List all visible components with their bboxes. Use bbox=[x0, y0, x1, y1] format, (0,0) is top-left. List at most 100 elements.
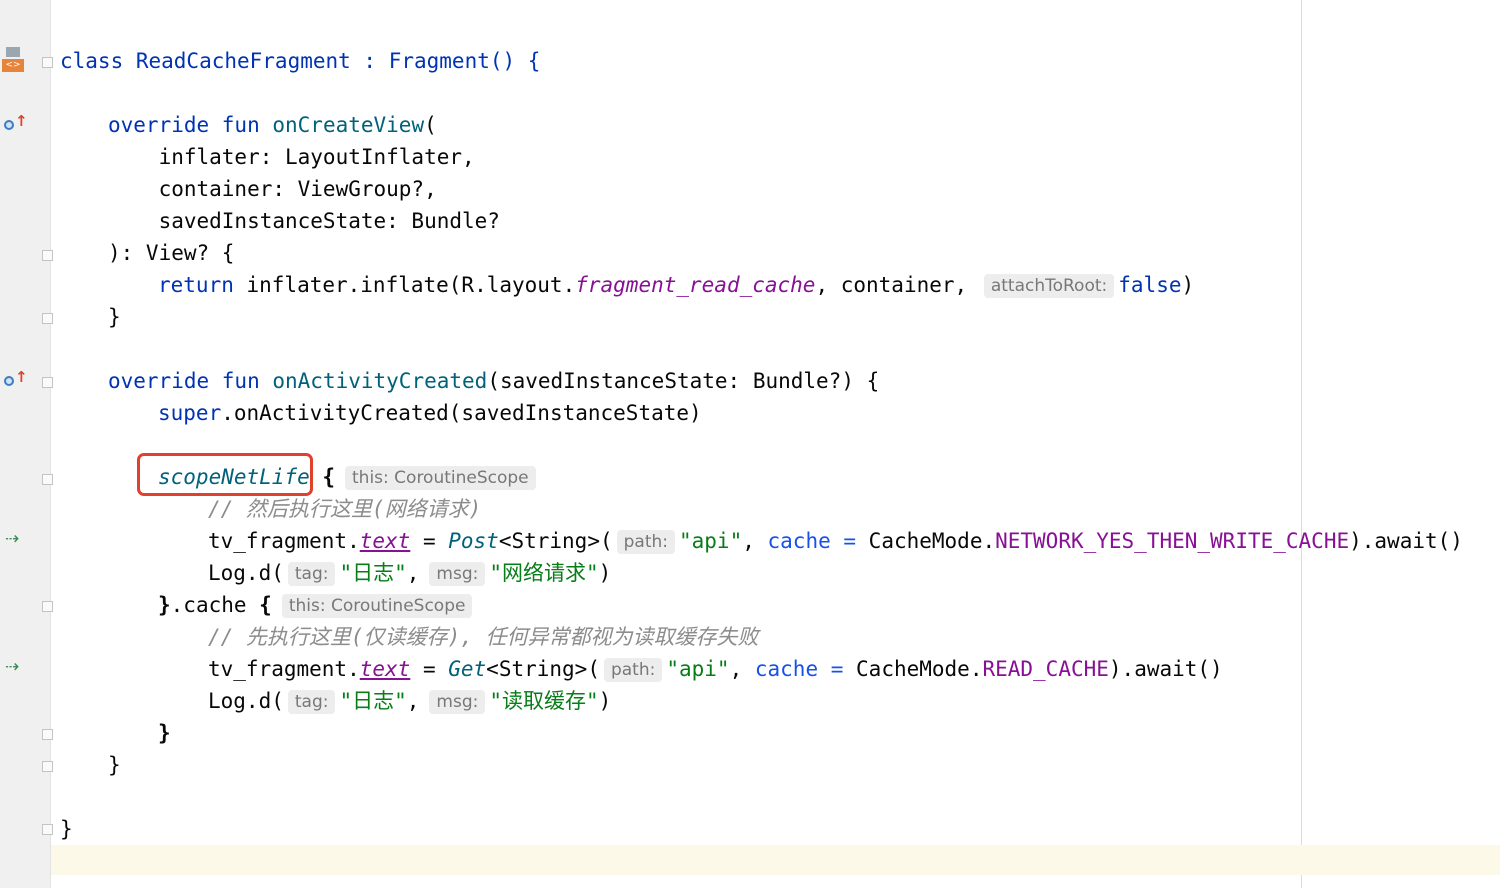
return-type-text: ): View? { bbox=[108, 241, 235, 265]
string-literal: "api" bbox=[679, 529, 743, 553]
closing-brace: } bbox=[108, 305, 121, 329]
code-text: , bbox=[729, 657, 755, 681]
code-line-param[interactable]: savedInstanceState: Bundle? bbox=[108, 205, 500, 237]
parameter-hint: tag: bbox=[287, 690, 336, 714]
code-text: ) bbox=[1181, 273, 1195, 297]
fold-marker[interactable] bbox=[42, 729, 53, 740]
fold-marker[interactable] bbox=[42, 601, 53, 612]
return-keyword: return bbox=[158, 273, 234, 297]
string-literal: "日志" bbox=[339, 689, 407, 713]
text-property: text bbox=[359, 529, 411, 553]
param-text: inflater: LayoutInflater, bbox=[108, 145, 475, 169]
closing-brace: } bbox=[60, 817, 73, 841]
code-text: , bbox=[742, 529, 768, 553]
fold-marker[interactable] bbox=[42, 377, 53, 388]
code-text: tv_fragment. bbox=[208, 657, 360, 681]
parameter-hint: msg: bbox=[429, 562, 486, 586]
code-line-close[interactable]: } bbox=[108, 749, 121, 781]
code-line-return[interactable]: return inflater.inflate(R.layout.fragmen… bbox=[158, 269, 1194, 301]
parameter-hint: attachToRoot: bbox=[983, 274, 1115, 298]
annotation-highlight-box bbox=[137, 453, 313, 496]
fold-marker[interactable] bbox=[42, 824, 53, 835]
receiver-hint: this: CoroutineScope bbox=[281, 594, 473, 618]
code-line-param[interactable]: inflater: LayoutInflater, bbox=[108, 141, 475, 173]
fold-marker[interactable] bbox=[42, 761, 53, 772]
code-text: CacheMode. bbox=[843, 657, 983, 681]
code-line-get[interactable]: tv_fragment.text = Get<String>(path: "api… bbox=[208, 653, 1223, 685]
code-line-onactivitycreated[interactable]: override fun onActivityCreated(savedInst… bbox=[108, 365, 879, 397]
code-line-log[interactable]: Log.d(tag: "日志", msg: "网络请求") bbox=[208, 557, 611, 589]
suspend-call-icon[interactable]: ⇢ bbox=[5, 529, 19, 549]
code-text: , bbox=[406, 689, 420, 713]
current-line-highlight bbox=[51, 845, 1500, 875]
layout-resource: fragment_read_cache bbox=[575, 273, 816, 297]
get-call: Get bbox=[448, 657, 487, 681]
code-text: CacheMode. bbox=[856, 529, 996, 553]
comment: // 先执行这里(仅读缓存), 任何异常都视为读取缓存失败 bbox=[208, 625, 759, 649]
code-text: Log.d( bbox=[208, 689, 284, 713]
param-text: savedInstanceState: Bundle? bbox=[108, 209, 500, 233]
right-margin-guide bbox=[1301, 0, 1302, 888]
code-text: ) bbox=[598, 689, 612, 713]
code-text: (savedInstanceState: Bundle?) { bbox=[487, 369, 880, 393]
string-literal: "网络请求" bbox=[489, 561, 599, 585]
code-line-class[interactable]: class ReadCacheFragment : Fragment() { bbox=[60, 45, 540, 77]
cache-call: .cache bbox=[170, 593, 260, 617]
string-literal: "api" bbox=[666, 657, 730, 681]
parameter-hint: path: bbox=[603, 658, 663, 682]
override-icon[interactable]: ↑ bbox=[4, 368, 28, 388]
closing-brace: } bbox=[158, 593, 171, 617]
string-literal: "日志" bbox=[339, 561, 407, 585]
code-line-return-type[interactable]: ): View? { bbox=[108, 237, 234, 269]
override-icon[interactable]: ↑ bbox=[4, 112, 28, 132]
code-text: tv_fragment. bbox=[208, 529, 360, 553]
code-text: , container, bbox=[815, 273, 980, 297]
fold-marker[interactable] bbox=[42, 57, 53, 68]
open-brace: { bbox=[259, 593, 272, 617]
override-keyword: override fun bbox=[108, 369, 273, 393]
parameter-hint: tag: bbox=[287, 562, 336, 586]
code-line-log[interactable]: Log.d(tag: "日志", msg: "读取缓存") bbox=[208, 685, 611, 717]
code-line-oncreateview[interactable]: override fun onCreateView( bbox=[108, 109, 437, 141]
override-keyword: override fun bbox=[108, 113, 273, 137]
code-line-param[interactable]: container: ViewGroup?, bbox=[108, 173, 437, 205]
fold-marker[interactable] bbox=[42, 313, 53, 324]
code-line-comment[interactable]: // 然后执行这里(网络请求) bbox=[208, 493, 481, 525]
function-name: onCreateView bbox=[272, 113, 425, 137]
function-name: onActivityCreated bbox=[272, 369, 488, 393]
closing-brace: } bbox=[158, 721, 171, 745]
code-text: <String>( bbox=[498, 529, 613, 553]
enum-constant: NETWORK_YES_THEN_WRITE_CACHE bbox=[995, 529, 1350, 553]
code-text: = bbox=[410, 657, 449, 681]
enum-constant: READ_CACHE bbox=[982, 657, 1109, 681]
fold-marker[interactable] bbox=[42, 250, 53, 261]
code-text: , bbox=[406, 561, 420, 585]
code-line-cache[interactable]: }.cache { this: CoroutineScope bbox=[158, 589, 476, 621]
code-text: <String>( bbox=[486, 657, 600, 681]
code-line-close[interactable]: } bbox=[158, 717, 171, 749]
fold-marker[interactable] bbox=[42, 474, 53, 485]
code-text: inflater.inflate(R.layout. bbox=[233, 273, 576, 297]
code-line-super[interactable]: super.onActivityCreated(savedInstanceSta… bbox=[158, 397, 702, 429]
code-text: ).await() bbox=[1108, 657, 1223, 681]
receiver-hint: this: CoroutineScope bbox=[345, 466, 536, 490]
code-line-close[interactable]: } bbox=[108, 301, 121, 333]
code-text: Log.d( bbox=[208, 561, 284, 585]
code-line-post[interactable]: tv_fragment.text = Post<String>(path: "ap… bbox=[208, 525, 1463, 557]
open-brace: { bbox=[309, 465, 336, 489]
suspend-call-icon[interactable]: ⇢ bbox=[5, 657, 19, 677]
parameter-hint: path: bbox=[616, 530, 675, 554]
named-argument: cache = bbox=[767, 529, 857, 553]
comment: // 然后执行这里(网络请求) bbox=[208, 497, 482, 521]
string-literal: "读取缓存" bbox=[489, 689, 599, 713]
paren: ( bbox=[424, 113, 437, 137]
parameter-hint: msg: bbox=[429, 690, 486, 714]
text-property: text bbox=[359, 657, 411, 681]
param-text: container: ViewGroup?, bbox=[108, 177, 437, 201]
code-line-comment[interactable]: // 先执行这里(仅读缓存), 任何异常都视为读取缓存失败 bbox=[208, 621, 759, 653]
editor-gutter[interactable] bbox=[0, 0, 51, 888]
code-line-close[interactable]: } bbox=[60, 813, 73, 845]
code-text: ) bbox=[598, 561, 612, 585]
post-call: Post bbox=[448, 529, 499, 553]
class-icon[interactable]: <> bbox=[2, 47, 24, 73]
